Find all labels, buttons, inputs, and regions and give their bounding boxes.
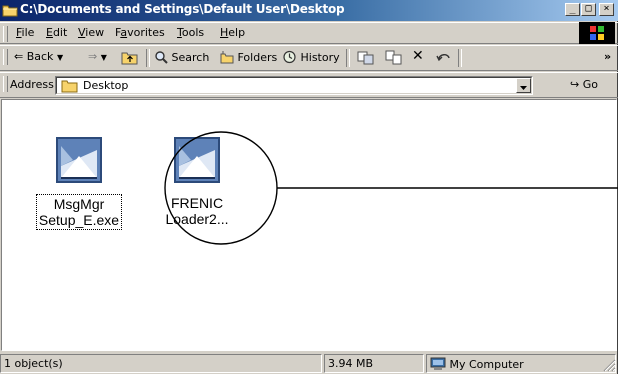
resize-grip-icon[interactable] bbox=[602, 358, 616, 372]
maximize-button[interactable]: □ bbox=[581, 3, 596, 16]
forward-arrow-icon: ⇒ bbox=[88, 50, 98, 63]
up-folder-button[interactable] bbox=[121, 50, 139, 68]
file-name-label: MsgMgr Setup_E.exe bbox=[35, 194, 123, 230]
toolbar-separator bbox=[146, 49, 150, 67]
status-size: 3.94 MB bbox=[324, 354, 424, 373]
installer-icon bbox=[174, 137, 220, 183]
menu-help[interactable]: Help bbox=[220, 26, 245, 39]
address-bar: Address Desktop ↪ Go bbox=[0, 72, 618, 98]
history-button[interactable]: History bbox=[282, 50, 340, 64]
menu-bar: File Edit View Favorites Tools Help bbox=[0, 22, 618, 44]
menu-edit[interactable]: Edit bbox=[46, 26, 67, 39]
status-zone: My Computer bbox=[426, 354, 616, 373]
toolbar-grip[interactable] bbox=[3, 49, 8, 65]
back-button[interactable]: ⇐ Back ▼ bbox=[14, 50, 63, 63]
move-to-icon bbox=[357, 51, 374, 65]
history-label: History bbox=[300, 51, 340, 64]
windows-logo-icon bbox=[579, 22, 615, 44]
status-object-count: 1 object(s) bbox=[0, 354, 322, 373]
menu-view[interactable]: View bbox=[78, 26, 104, 39]
address-value: Desktop bbox=[83, 79, 129, 92]
forward-button[interactable]: ⇒ ▼ bbox=[88, 50, 107, 63]
toolbar-overflow-button[interactable]: » bbox=[604, 50, 611, 63]
folder-icon bbox=[2, 5, 18, 17]
file-name-line2: Setup_E.exe bbox=[38, 212, 120, 228]
file-name-line1: MsgMgr bbox=[53, 196, 105, 212]
menu-grip[interactable] bbox=[3, 26, 8, 42]
back-arrow-icon: ⇐ bbox=[14, 50, 24, 63]
title-bar[interactable]: C:\Documents and Settings\Default User\D… bbox=[0, 0, 618, 21]
file-item-frenic-loader[interactable]: FRENIC Loader2... bbox=[142, 136, 252, 228]
search-label: Search bbox=[171, 51, 210, 64]
menu-edit-accel: E bbox=[46, 26, 53, 39]
status-bar: 1 object(s) 3.94 MB My Computer bbox=[0, 352, 618, 374]
forward-dropdown-icon[interactable]: ▼ bbox=[101, 53, 107, 62]
menu-edit-label: dit bbox=[52, 26, 68, 39]
back-dropdown-icon[interactable]: ▼ bbox=[57, 53, 63, 62]
folders-button[interactable]: Folders bbox=[220, 50, 277, 64]
address-dropdown-button[interactable] bbox=[516, 78, 531, 93]
chevron-down-icon bbox=[520, 86, 527, 90]
toolbar-separator bbox=[346, 49, 350, 67]
menu-file-label: ile bbox=[21, 26, 35, 39]
address-input[interactable]: Desktop bbox=[55, 76, 533, 95]
folders-label: Folders bbox=[237, 51, 278, 64]
menu-view-label: iew bbox=[85, 26, 105, 39]
go-arrow-icon: ↪ bbox=[570, 78, 580, 91]
file-name-line1: FRENIC bbox=[170, 195, 224, 211]
up-folder-icon bbox=[121, 52, 138, 65]
standard-toolbar: ⇐ Back ▼ ⇒ ▼ Search Folders History ✕ » bbox=[0, 45, 618, 71]
move-to-button[interactable] bbox=[357, 50, 375, 68]
delete-button[interactable]: ✕ bbox=[412, 48, 424, 64]
delete-icon: ✕ bbox=[412, 48, 424, 64]
folders-icon bbox=[220, 51, 234, 64]
close-button[interactable]: × bbox=[599, 3, 614, 16]
explorer-window: C:\Documents and Settings\Default User\D… bbox=[0, 0, 618, 374]
address-label: Address bbox=[10, 78, 54, 91]
undo-icon bbox=[436, 54, 450, 62]
search-icon bbox=[155, 51, 168, 64]
file-list-view[interactable]: MsgMgr Setup_E.exe FRENIC Loader2... bbox=[1, 99, 618, 351]
menu-favorites[interactable]: Favorites bbox=[115, 26, 165, 39]
menu-favorites-label: vorites bbox=[127, 26, 165, 39]
go-label: Go bbox=[582, 78, 598, 91]
file-name-line2: Loader2... bbox=[165, 211, 229, 227]
search-button[interactable]: Search bbox=[154, 50, 209, 64]
desktop-folder-icon bbox=[61, 80, 78, 93]
go-button[interactable]: ↪ Go bbox=[570, 78, 598, 91]
back-label: Back bbox=[26, 50, 54, 63]
file-item-msgmgr[interactable]: MsgMgr Setup_E.exe bbox=[24, 136, 134, 230]
file-name-label: FRENIC Loader2... bbox=[163, 194, 230, 228]
undo-button[interactable] bbox=[436, 50, 452, 67]
window-title: C:\Documents and Settings\Default User\D… bbox=[20, 2, 345, 16]
copy-to-button[interactable] bbox=[385, 50, 403, 68]
menu-help-label: elp bbox=[228, 26, 246, 39]
installer-icon bbox=[56, 137, 102, 183]
my-computer-icon bbox=[430, 357, 446, 370]
toolbar-separator bbox=[458, 49, 462, 67]
minimize-button[interactable]: _ bbox=[565, 3, 580, 16]
menu-tools-label: ools bbox=[181, 26, 205, 39]
history-icon bbox=[283, 50, 296, 64]
copy-to-icon bbox=[385, 50, 402, 65]
menu-file[interactable]: File bbox=[16, 26, 34, 39]
address-grip[interactable] bbox=[3, 76, 8, 92]
status-zone-label: My Computer bbox=[449, 358, 524, 371]
menu-tools[interactable]: Tools bbox=[177, 26, 204, 39]
